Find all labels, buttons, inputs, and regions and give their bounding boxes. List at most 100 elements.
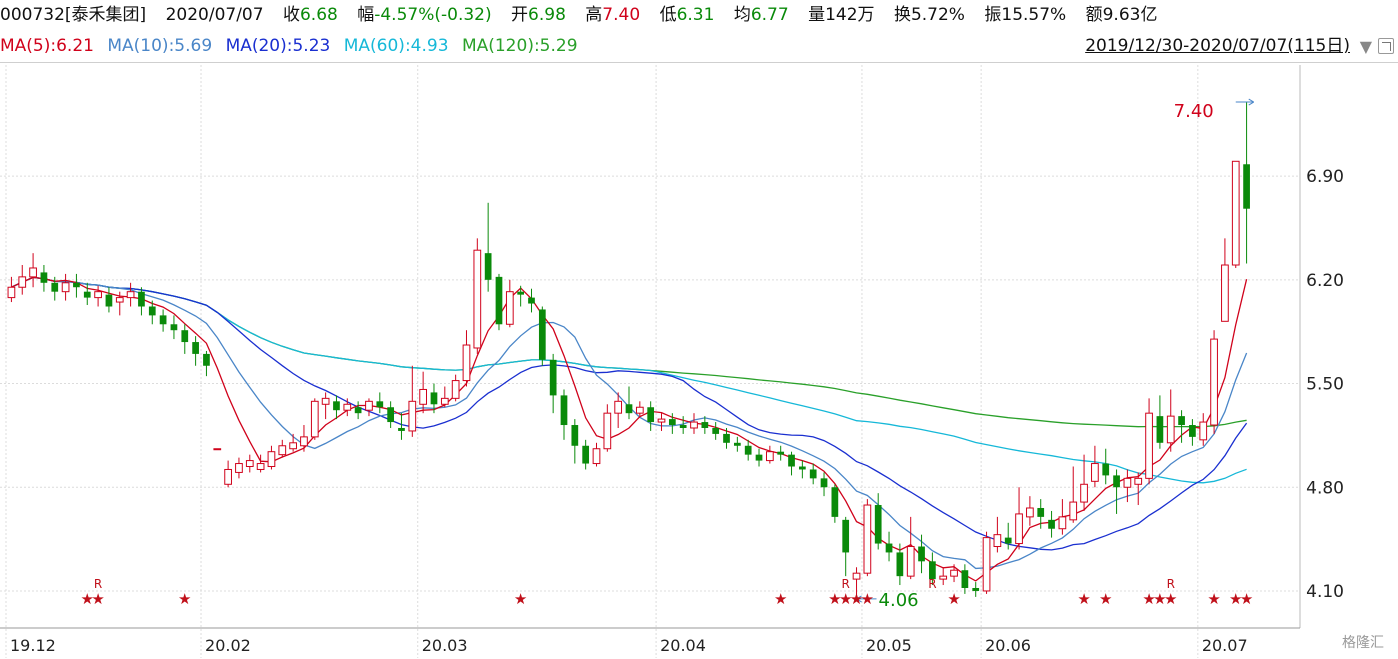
candle-body xyxy=(430,392,438,405)
candle-body xyxy=(972,587,980,591)
candle-body xyxy=(603,412,612,450)
candle-body xyxy=(950,569,958,577)
candle-body xyxy=(333,401,340,411)
candle-body xyxy=(1113,475,1120,488)
high-label: 7.40 xyxy=(1174,101,1214,122)
candle-body xyxy=(1231,160,1240,266)
plot-background xyxy=(0,65,1398,628)
candle xyxy=(1210,330,1218,434)
candle-body xyxy=(148,306,156,316)
candle-body xyxy=(1091,463,1099,482)
candle-body xyxy=(993,534,1002,548)
candle-body xyxy=(213,448,222,451)
candle-body xyxy=(138,291,145,307)
candle-body xyxy=(1243,164,1250,209)
r-marker: R xyxy=(94,577,102,591)
candle-body xyxy=(625,404,633,414)
candle-body xyxy=(635,406,644,414)
candle-body xyxy=(473,249,482,349)
candle-body xyxy=(906,546,915,577)
candle-body xyxy=(1221,264,1229,322)
x-axis: 19.12 20.02 20.03 20.04 20.05 20.06 20.07 xyxy=(0,627,1300,655)
candle xyxy=(213,448,222,451)
star-marker: ★ xyxy=(947,590,960,608)
candle-body xyxy=(170,324,178,331)
candle-body xyxy=(1015,513,1023,545)
kline-chart: 7.404.06 ★★ ★ ★ ★ ★★★★ ★ ★ ★ ★★★ ★ ★★R R R R 6.906.20… xyxy=(0,65,1398,658)
star-marker: ★ xyxy=(1099,590,1112,608)
candle-body xyxy=(733,442,741,446)
candle-body xyxy=(1026,507,1034,518)
candle-body xyxy=(592,448,601,465)
candle-body xyxy=(365,400,373,411)
candle-body xyxy=(440,397,449,405)
candle-body xyxy=(451,380,460,399)
candle-body xyxy=(343,403,352,411)
candle-body xyxy=(798,466,806,470)
candle-body xyxy=(1069,501,1078,521)
x-tick-label: 20.03 xyxy=(422,636,468,655)
r-marker: R xyxy=(842,577,850,591)
candle-body xyxy=(495,276,503,325)
candle-body xyxy=(278,445,287,456)
candle-body xyxy=(181,330,189,343)
candle-body xyxy=(918,546,925,562)
candle-body xyxy=(538,309,546,360)
r-marker: R xyxy=(1167,577,1175,591)
candle-body xyxy=(159,315,167,325)
candle-body xyxy=(582,445,590,464)
candle-body xyxy=(820,478,828,488)
candle-body xyxy=(105,294,113,307)
candle-body xyxy=(723,433,730,443)
candle-body xyxy=(256,463,265,470)
candle-body xyxy=(885,543,893,553)
candle-body xyxy=(614,400,623,414)
candle-body xyxy=(549,359,557,396)
candle-body xyxy=(1123,477,1132,488)
x-tick-label: 20.07 xyxy=(1202,636,1248,655)
star-marker: ★ xyxy=(1077,590,1090,608)
watermark: 格隆汇 xyxy=(1342,635,1384,651)
candle-body xyxy=(1210,338,1218,426)
candle xyxy=(1231,160,1240,268)
candle-body xyxy=(1134,477,1143,485)
candle-body xyxy=(755,454,763,461)
candle-body xyxy=(874,505,882,544)
candle xyxy=(863,499,872,577)
candle-body xyxy=(1004,537,1012,544)
candle-body xyxy=(192,342,199,354)
candle-body xyxy=(571,425,579,446)
candle-body xyxy=(647,407,655,423)
y-tick-label: 4.10 xyxy=(1306,582,1344,602)
candle-body xyxy=(1102,463,1110,476)
candle-body xyxy=(408,400,417,432)
candle-body xyxy=(842,519,850,553)
y-tick-label: 6.90 xyxy=(1306,167,1344,187)
candle-body xyxy=(267,451,276,468)
r-marker: R xyxy=(928,577,936,591)
candle-body xyxy=(387,407,394,423)
star-marker: ★ xyxy=(514,590,527,608)
y-tick-label: 6.20 xyxy=(1306,271,1344,291)
candle-body xyxy=(765,451,774,462)
candle-body xyxy=(1166,415,1175,444)
candle xyxy=(982,531,991,594)
x-tick-label: 20.05 xyxy=(866,636,912,655)
candle-body xyxy=(126,291,135,299)
low-label: 4.06 xyxy=(879,590,919,611)
candle-body xyxy=(1058,516,1067,530)
candle xyxy=(310,398,319,440)
candle-body xyxy=(94,291,102,299)
star-marker: ★ xyxy=(178,590,191,608)
x-tick-label: 20.06 xyxy=(985,636,1031,655)
y-tick-label: 4.80 xyxy=(1306,478,1344,498)
candle-body xyxy=(1189,425,1196,437)
candle-body xyxy=(701,422,709,428)
candle xyxy=(538,306,546,366)
candle-body xyxy=(203,353,210,366)
candle-body xyxy=(321,397,330,405)
star-marker: ★ xyxy=(861,590,874,608)
candle-body xyxy=(235,463,243,473)
candle-body xyxy=(398,427,405,431)
candle-body xyxy=(1048,519,1055,529)
